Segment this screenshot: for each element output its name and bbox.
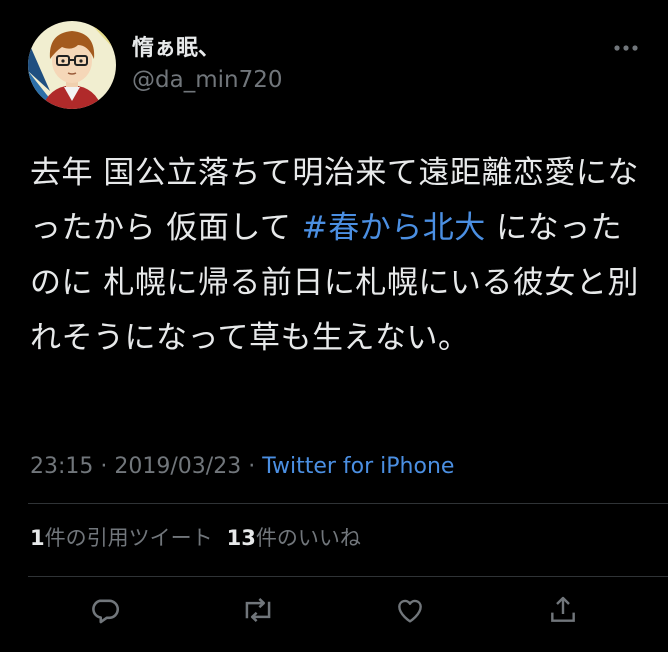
display-name[interactable]: 惰ぁ眠、: [132, 36, 220, 62]
tweet-source-link[interactable]: Twitter for iPhone: [262, 454, 454, 479]
reply-button[interactable]: [85, 590, 125, 630]
like-count: 13: [226, 526, 256, 550]
avatar-illustration: [28, 21, 116, 109]
tweet-text: 去年 国公立落ちて明治来て遠距離恋愛になったから 仮面して #春から北大 になっ…: [30, 146, 646, 366]
hashtag-link[interactable]: #春から北大: [302, 210, 486, 246]
share-button[interactable]: [543, 590, 583, 630]
quote-tweets-stat[interactable]: 1件の引用ツイート: [30, 526, 213, 550]
user-handle[interactable]: @da_min720: [132, 66, 282, 94]
share-icon: [551, 596, 575, 622]
quote-count: 1: [30, 526, 45, 550]
more-horizontal-icon[interactable]: [612, 40, 640, 56]
avatar[interactable]: [28, 21, 116, 109]
reply-icon: [92, 599, 119, 624]
divider: [28, 576, 668, 577]
likes-stat[interactable]: 13件のいいね: [227, 526, 361, 550]
like-button[interactable]: [390, 590, 430, 630]
retweet-icon: [245, 598, 271, 622]
meta-separator: ·: [241, 454, 263, 479]
heart-icon: [398, 599, 422, 623]
quote-label: 件の引用ツイート: [44, 526, 213, 550]
tweet-date: 2019/03/23: [114, 454, 242, 479]
tweet-time: 23:15: [30, 454, 94, 479]
retweet-button[interactable]: [238, 590, 278, 630]
tweet-stats: 1件の引用ツイート 13件のいいね: [30, 523, 361, 553]
tweet-meta: 23:15 · 2019/03/23 · Twitter for iPhone: [30, 452, 454, 482]
tweet-detail: 惰ぁ眠、 @da_min720 去年 国公立落ちて明治来て遠距離恋愛になったから…: [0, 0, 668, 652]
divider: [28, 503, 668, 504]
like-label: 件のいいね: [255, 526, 361, 550]
meta-separator: ·: [93, 454, 115, 479]
